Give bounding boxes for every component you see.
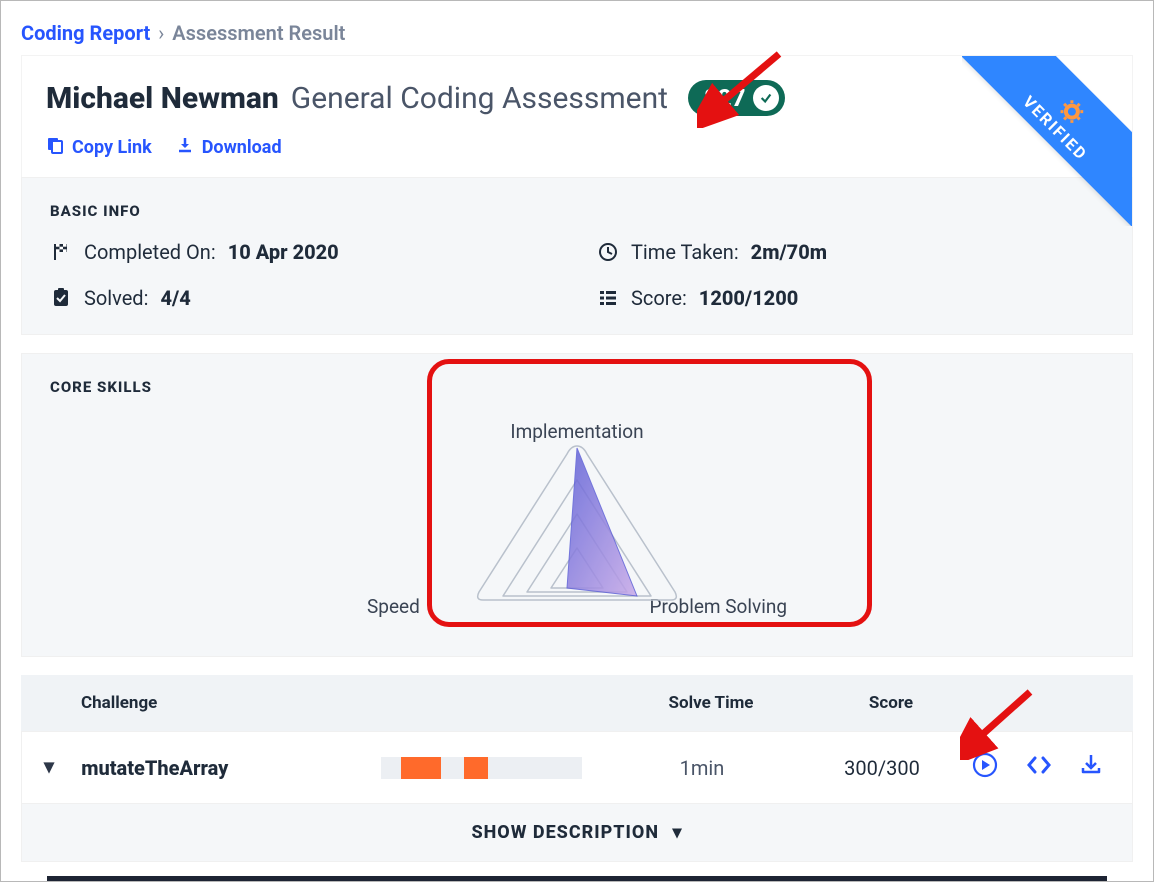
- progress-bar: [381, 757, 582, 779]
- expand-caret[interactable]: [42, 756, 59, 780]
- score: Score: 1200/1200: [597, 286, 1104, 310]
- col-header-challenge: Challenge: [81, 693, 621, 713]
- score-pill: 827: [688, 80, 786, 116]
- chevron-right-icon: ›: [158, 21, 164, 45]
- breadcrumb-root[interactable]: Coding Report: [21, 21, 150, 45]
- core-skills-title: CORE SKILLS: [50, 378, 1104, 396]
- play-button[interactable]: [972, 752, 998, 783]
- breadcrumb: Coding Report › Assessment Result: [1, 1, 1153, 55]
- chevron-down-icon: ▾: [672, 822, 682, 843]
- col-header-score: Score: [801, 693, 981, 713]
- basic-info-section: BASIC INFO Completed On: 10 Apr 2020 Tim…: [21, 177, 1133, 335]
- header-section: VERIFIED Michael Newman General Coding A…: [21, 55, 1133, 177]
- download-row-button[interactable]: [1080, 753, 1102, 782]
- time-taken: Time Taken: 2m/70m: [597, 240, 1104, 264]
- solved-label: Solved:: [84, 286, 148, 310]
- download-button[interactable]: Download: [176, 136, 282, 159]
- show-description-label: SHOW DESCRIPTION: [471, 822, 659, 843]
- core-skills-section: CORE SKILLS Implementation Speed Problem…: [21, 353, 1133, 657]
- download-icon: [176, 136, 194, 159]
- solved: Solved: 4/4: [50, 286, 557, 310]
- clock-icon: [597, 241, 619, 263]
- solve-time: 1min: [612, 756, 792, 780]
- copy-link-button[interactable]: Copy Link: [46, 136, 152, 159]
- flag-icon: [50, 241, 72, 263]
- row-score: 300/300: [792, 756, 972, 780]
- code-button[interactable]: [1026, 755, 1052, 780]
- time-label: Time Taken:: [631, 240, 739, 264]
- copy-icon: [46, 136, 64, 159]
- basic-info-title: BASIC INFO: [50, 202, 1104, 220]
- solved-value: 4/4: [160, 286, 190, 310]
- show-description-toggle[interactable]: SHOW DESCRIPTION ▾: [21, 804, 1133, 862]
- score-value: 827: [704, 84, 746, 112]
- score-label: Score:: [631, 286, 687, 310]
- copy-link-label: Copy Link: [72, 137, 152, 158]
- score-value-detail: 1200/1200: [699, 286, 798, 310]
- time-value: 2m/70m: [751, 240, 827, 264]
- challenge-name: mutateTheArray: [81, 756, 381, 780]
- candidate-name: Michael Newman: [46, 81, 279, 116]
- code-preview: 1function mutateTheArray(n. a) {: [47, 876, 1107, 882]
- clipboard-icon: [50, 287, 72, 309]
- assessment-name: General Coding Assessment: [291, 81, 668, 116]
- skills-radar-chart: Implementation Speed Problem Solving: [367, 420, 787, 620]
- breadcrumb-current: Assessment Result: [172, 21, 345, 45]
- download-label: Download: [202, 137, 282, 158]
- skill-label-speed: Speed: [367, 595, 420, 618]
- check-icon: [753, 85, 779, 111]
- completed-value: 10 Apr 2020: [228, 240, 339, 264]
- completed-on: Completed On: 10 Apr 2020: [50, 240, 557, 264]
- challenge-row: mutateTheArray 1min 300/300: [21, 731, 1133, 804]
- completed-label: Completed On:: [84, 240, 216, 264]
- bars-icon: [597, 287, 619, 309]
- challenge-table-header: Challenge Solve Time Score: [21, 675, 1133, 731]
- col-header-time: Solve Time: [621, 693, 801, 713]
